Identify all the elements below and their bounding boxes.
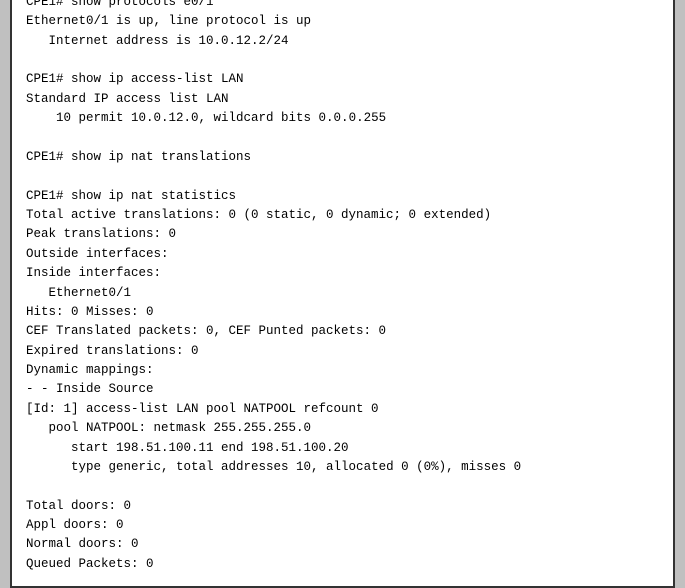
terminal-content: CPE1# show protocols e0/1 Ethernet0/1 is… [26,0,659,574]
terminal-window: CPE1# show protocols e0/1 Ethernet0/1 is… [10,0,675,588]
